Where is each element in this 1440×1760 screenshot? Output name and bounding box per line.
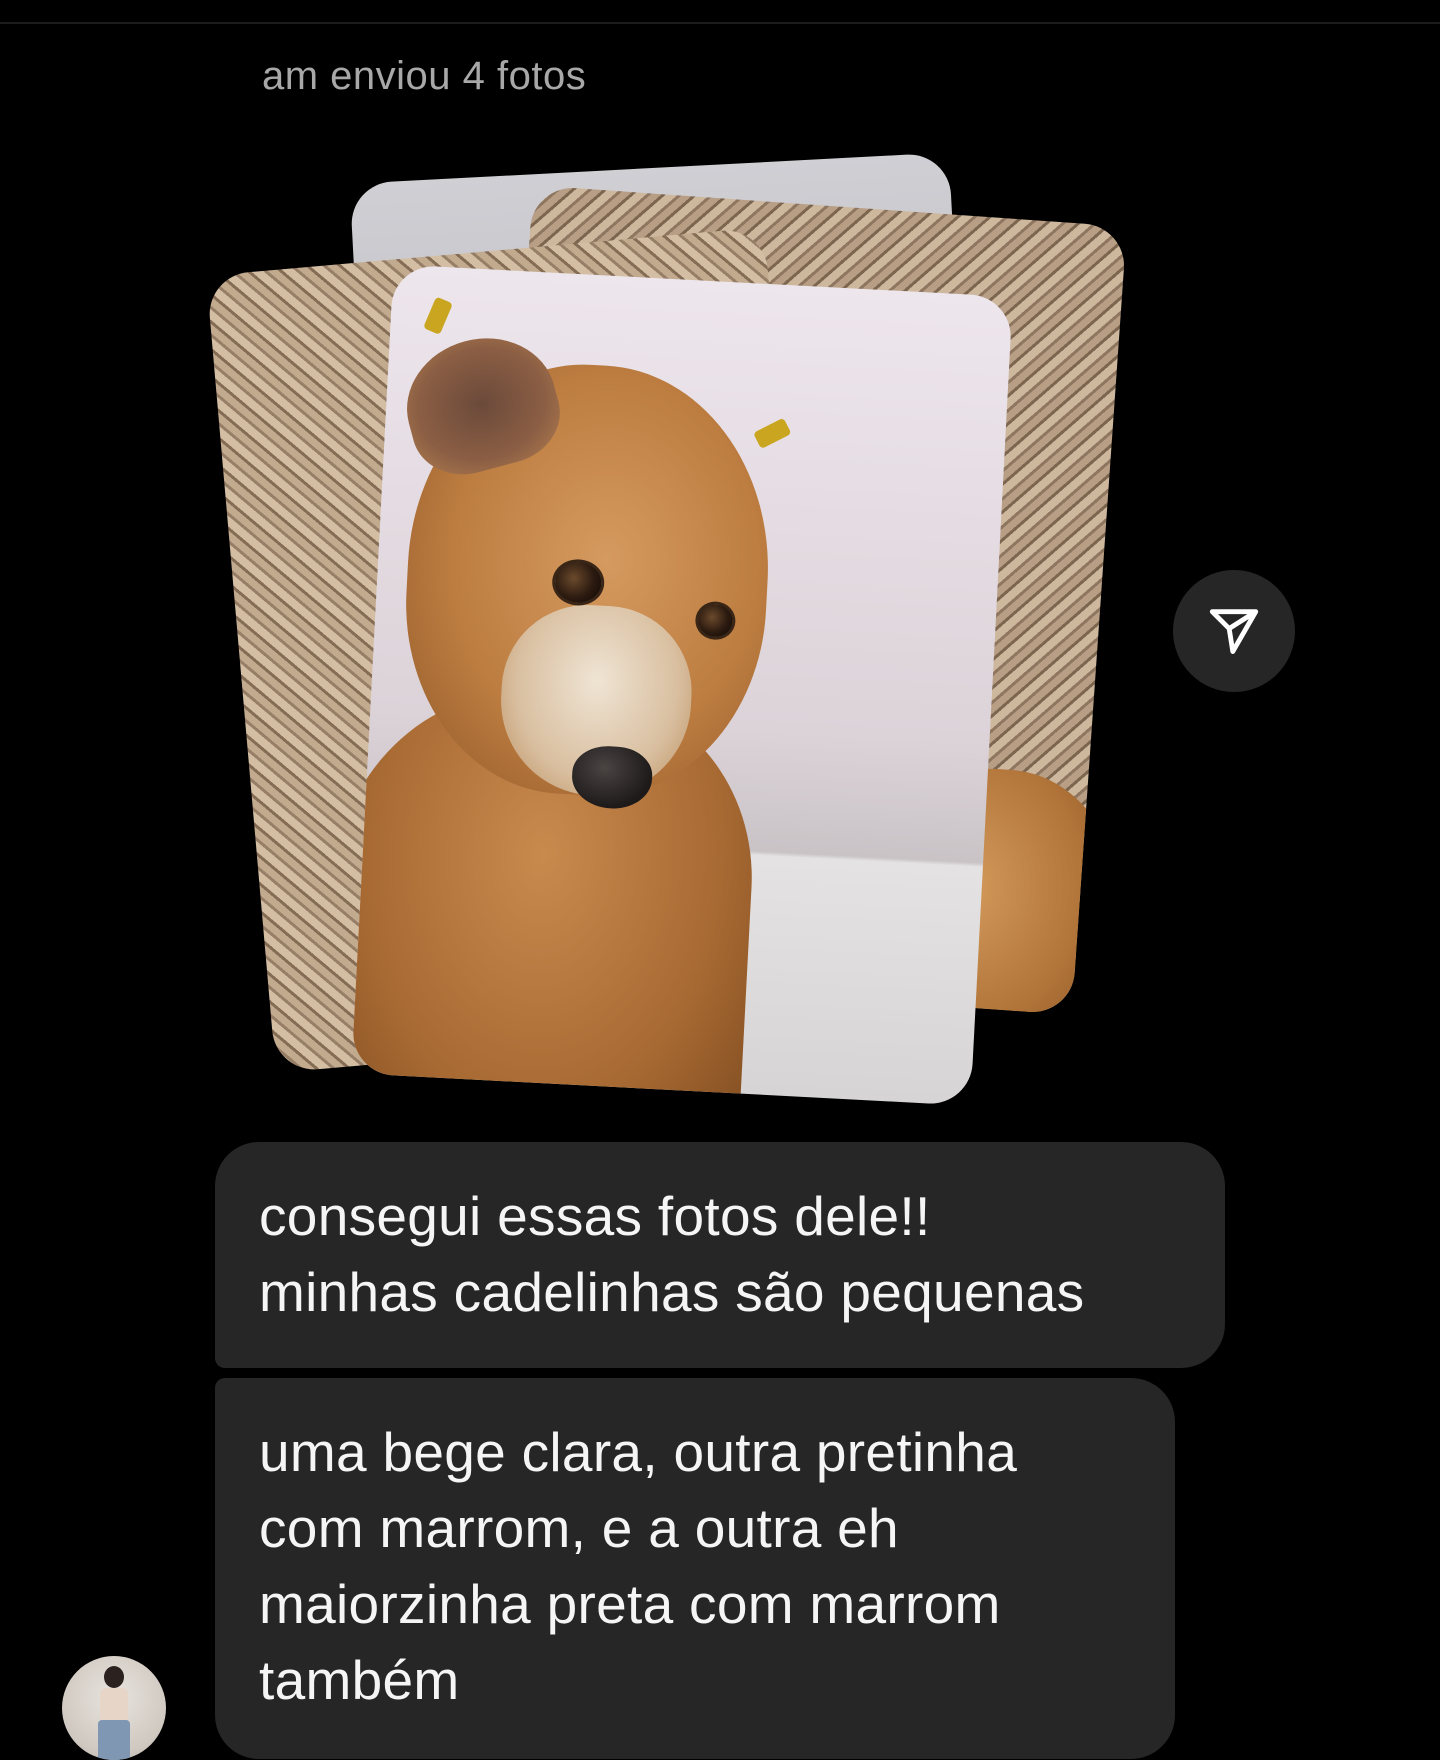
- message-line: minhas cadelinhas são pequenas: [259, 1261, 1085, 1323]
- ribbon-left: [423, 296, 453, 335]
- message-line: com marrom, e a outra eh: [259, 1497, 899, 1559]
- avatar-figure-head: [104, 1666, 124, 1688]
- send-icon: [1209, 609, 1259, 654]
- message-bubble-1[interactable]: consegui essas fotos dele!! minhas cadel…: [215, 1142, 1225, 1368]
- share-button[interactable]: [1173, 570, 1295, 692]
- message-bubble-2[interactable]: uma bege clara, outra pretinha com marro…: [215, 1378, 1175, 1759]
- photo-card-front[interactable]: [351, 264, 1013, 1106]
- message-line: uma bege clara, outra pretinha: [259, 1421, 1018, 1483]
- sender-avatar[interactable]: [62, 1656, 166, 1760]
- message-line: maiorzinha preta com marrom: [259, 1573, 1001, 1635]
- avatar-figure-legs: [98, 1720, 130, 1760]
- photo-stack[interactable]: [0, 0, 1440, 1130]
- message-line: consegui essas fotos dele!!: [259, 1185, 931, 1247]
- avatar-figure-body: [100, 1688, 128, 1722]
- ribbon-right: [753, 417, 792, 450]
- message-line: também: [259, 1649, 460, 1711]
